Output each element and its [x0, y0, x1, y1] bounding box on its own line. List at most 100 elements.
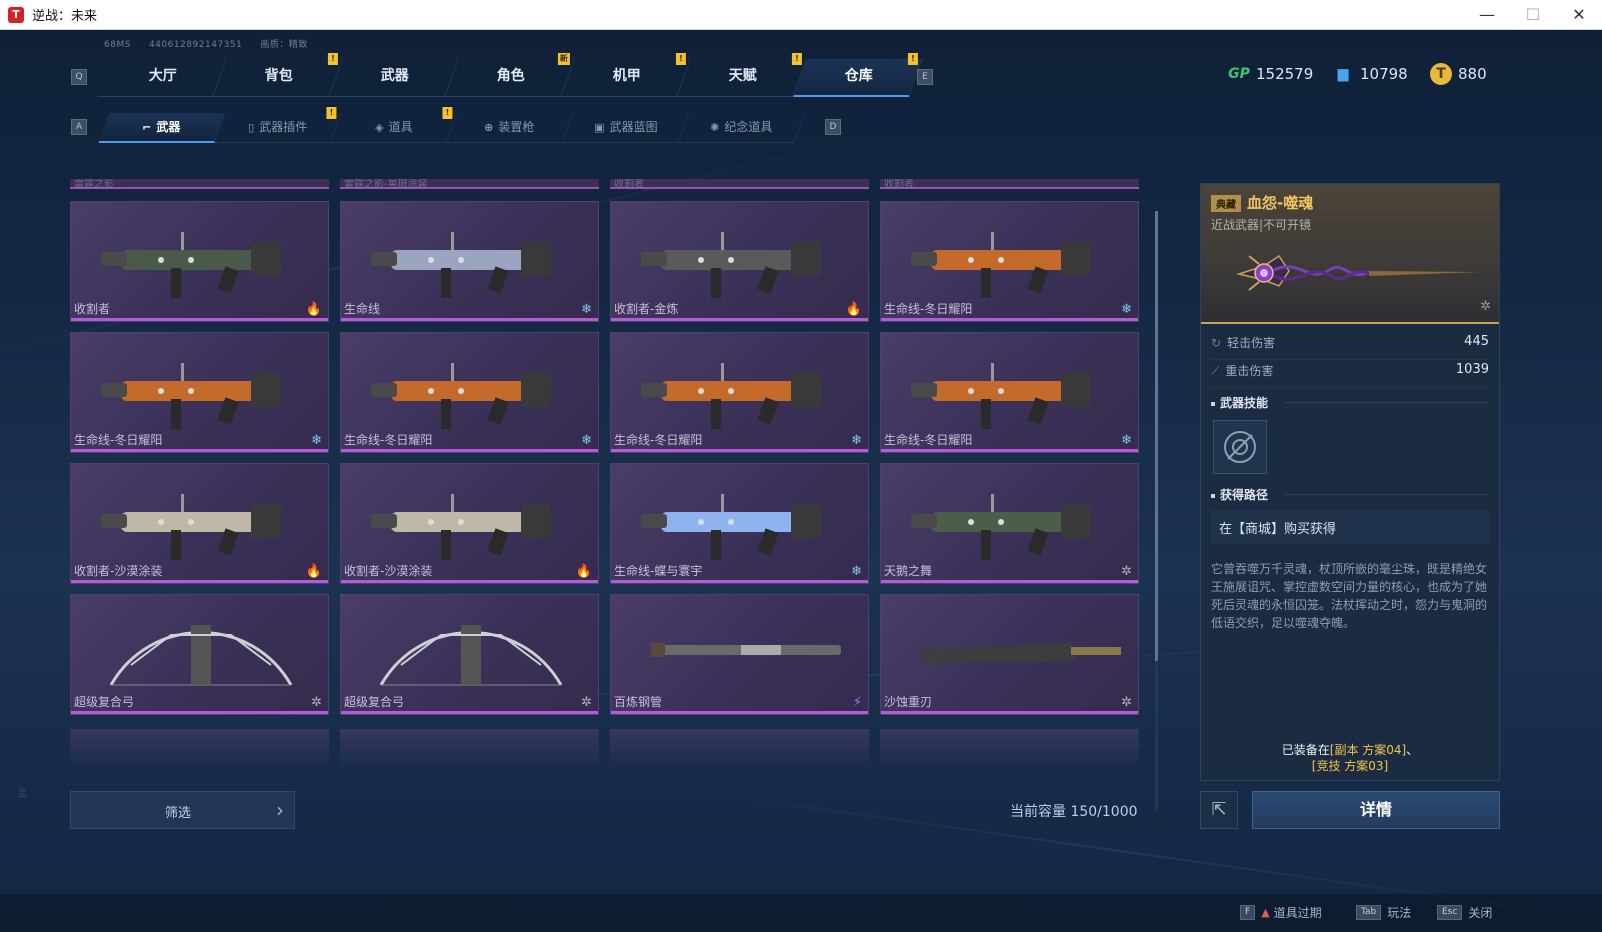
partial-card[interactable] [70, 729, 329, 769]
weapon-card[interactable]: 收割者-沙漠涂装 🔥 [70, 463, 329, 584]
weapon-name: 收割者-金炼 [614, 302, 679, 316]
weapon-name: 生命线-冬日耀阳 [884, 433, 973, 447]
neutral-element-icon: ✲ [311, 695, 322, 710]
subnav-next-key[interactable]: D [825, 119, 841, 135]
key-esc: Esc [1437, 905, 1463, 920]
tab-weapons[interactable]: 武器 [329, 59, 459, 97]
capacity-text: 当前容量 150/1000 [1010, 804, 1138, 820]
weapon-card[interactable]: 生命线-冬日耀阳 ❄ [70, 332, 329, 453]
tab-backpack[interactable]: 背包! [213, 53, 343, 97]
subtab-blueprints[interactable]: ▣ 武器蓝图 [562, 113, 690, 143]
details-button[interactable]: 详情 [1252, 791, 1500, 829]
weapon-card[interactable]: 生命线-冬日耀阳 ❄ [340, 332, 599, 453]
weapon-card[interactable]: 超级复合弓 ✲ [70, 594, 329, 715]
weapon-card[interactable]: 收割者-金炼 🔥 [610, 201, 869, 322]
alert-badge: ! [675, 53, 686, 65]
weapon-name: 生命线-冬日耀阳 [884, 302, 973, 316]
stat-heavy-damage: ⟋ 重击伤害 1039 [1211, 362, 1489, 388]
skills-title: 武器技能 [1211, 394, 1268, 411]
subnav-prev-key[interactable]: A [71, 119, 87, 135]
loadout-link[interactable]: [副本 方案04] [1330, 743, 1406, 757]
tab-character[interactable]: 角色新 [445, 53, 575, 97]
partial-card[interactable]: 收割者 [610, 179, 869, 190]
grid-scrollbar[interactable] [1155, 211, 1158, 811]
neutral-element-icon: ✲ [1121, 564, 1132, 579]
weapon-skill-slot[interactable] [1213, 420, 1267, 474]
partial-row: 雷霆之影 雷霆之影-晃斑涂装 收割者 收割者 [70, 179, 1150, 190]
hint-expiry[interactable]: F ▲ 道具过期 [1240, 904, 1322, 921]
minimize-button[interactable]: — [1464, 0, 1510, 30]
close-window-button[interactable]: ✕ [1556, 0, 1602, 30]
partial-card[interactable]: 雷霆之影 [70, 179, 329, 190]
ice-element-icon: ❄ [581, 302, 592, 317]
tab-talent[interactable]: 天赋! [677, 53, 807, 97]
partial-card[interactable]: 雷霆之影-晃斑涂装 [340, 179, 599, 190]
weapon-name: 沙蚀重刃 [884, 695, 933, 709]
item-icon: ◈ [374, 121, 384, 134]
nav-next-key[interactable]: E [917, 69, 933, 85]
hint-gameplay[interactable]: Tab 玩法 [1356, 904, 1411, 921]
tab-mecha[interactable]: 机甲! [561, 53, 691, 97]
scroll-thumb[interactable] [1155, 211, 1158, 661]
subtab-device-guns[interactable]: ⊕ 装置枪 [446, 113, 574, 143]
subtab-souvenirs[interactable]: ✺ 纪念道具 [678, 113, 806, 143]
coin-currency: T 880 [1430, 63, 1487, 85]
maximize-button[interactable]: ☐ [1510, 0, 1556, 30]
ice-element-icon: ❄ [581, 433, 592, 448]
weapon-card[interactable]: 超级复合弓 ✲ [340, 594, 599, 715]
partial-card[interactable]: 收割者 [880, 179, 1139, 190]
stat-light-damage: ↻ 轻击伤害 445 [1211, 334, 1489, 360]
weapon-name: 收割者 [74, 302, 111, 316]
window-titlebar: T 逆战：未来 — ☐ ✕ [0, 0, 1602, 30]
staff-weapon-image [1236, 254, 1481, 291]
share-button[interactable]: ⇱ [1200, 791, 1238, 829]
weapon-name: 生命线-冬日耀阳 [74, 433, 163, 447]
weapon-name: 生命线-蝶与寰宇 [614, 564, 703, 578]
subtab-items[interactable]: ◈ 道具! [330, 107, 458, 143]
weapon-card[interactable]: 沙蚀重刃 ✲ [880, 594, 1139, 715]
divider [1285, 494, 1489, 495]
key-f: F [1240, 905, 1256, 920]
neutral-element-icon: ✲ [581, 695, 592, 710]
weapon-card[interactable]: 生命线-冬日耀阳 ❄ [880, 201, 1139, 322]
ice-element-icon: ❄ [311, 433, 322, 448]
app-logo-icon: T [8, 6, 24, 23]
share-icon: ⇱ [1211, 799, 1227, 820]
tab-warehouse[interactable]: 仓库! [793, 53, 923, 97]
route-title: 获得路径 [1211, 486, 1268, 503]
partial-card[interactable] [610, 729, 869, 769]
new-badge: 新 [557, 53, 570, 65]
chevron-right-icon: › [276, 798, 284, 822]
subtab-weapon-plugins[interactable]: ▯ 武器插件! [214, 107, 342, 143]
weapon-name: 百炼钢管 [614, 695, 663, 709]
game-viewport: 68MS 440612892147351 画质：精致 Q 大厅 背包! 武器 角色新… [0, 31, 1602, 932]
hint-close[interactable]: Esc 关闭 [1437, 904, 1492, 921]
weapon-card[interactable]: 生命线-蝶与寰宇 ❄ [610, 463, 869, 584]
weapon-card[interactable]: 生命线-冬日耀阳 ❄ [880, 332, 1139, 453]
weapon-card[interactable]: 天鹅之舞 ✲ [880, 463, 1139, 584]
weapon-card[interactable]: 生命线 ❄ [340, 201, 599, 322]
top-info: 68MS 440612892147351 画质：精致 [104, 37, 326, 50]
weapon-card[interactable]: 收割者 🔥 [70, 201, 329, 322]
weapon-name: 生命线-冬日耀阳 [344, 433, 433, 447]
ice-element-icon: ❄ [1121, 433, 1132, 448]
tab-lobby[interactable]: 大厅 [97, 59, 227, 97]
coin-icon: T [1430, 63, 1452, 85]
partial-card[interactable] [340, 729, 599, 769]
weapon-card[interactable]: 收割者-沙漠涂装 🔥 [340, 463, 599, 584]
weapon-card[interactable]: 生命线-冬日耀阳 ❄ [610, 332, 869, 453]
fire-element-icon: 🔥 [305, 564, 322, 579]
neutral-element-icon: ✲ [1121, 695, 1132, 710]
loadout-link[interactable]: [竞技 方案03] [1312, 759, 1388, 773]
souvenir-icon: ✺ [710, 121, 720, 134]
filter-button[interactable]: 筛选 › [70, 791, 295, 829]
weapon-name: 收割者-沙漠涂装 [344, 564, 433, 578]
window-title: 逆战：未来 [32, 9, 98, 24]
ping-text: 68MS [104, 40, 131, 50]
partial-card[interactable] [880, 729, 1139, 769]
weapon-card[interactable]: 百炼钢管 ⚡ [610, 594, 869, 715]
device-gun-icon: ⊕ [484, 121, 494, 134]
alert-badge: ! [442, 107, 453, 119]
subtab-weapons[interactable]: ⌐ 武器 [98, 113, 226, 143]
nav-prev-key[interactable]: Q [71, 69, 87, 85]
